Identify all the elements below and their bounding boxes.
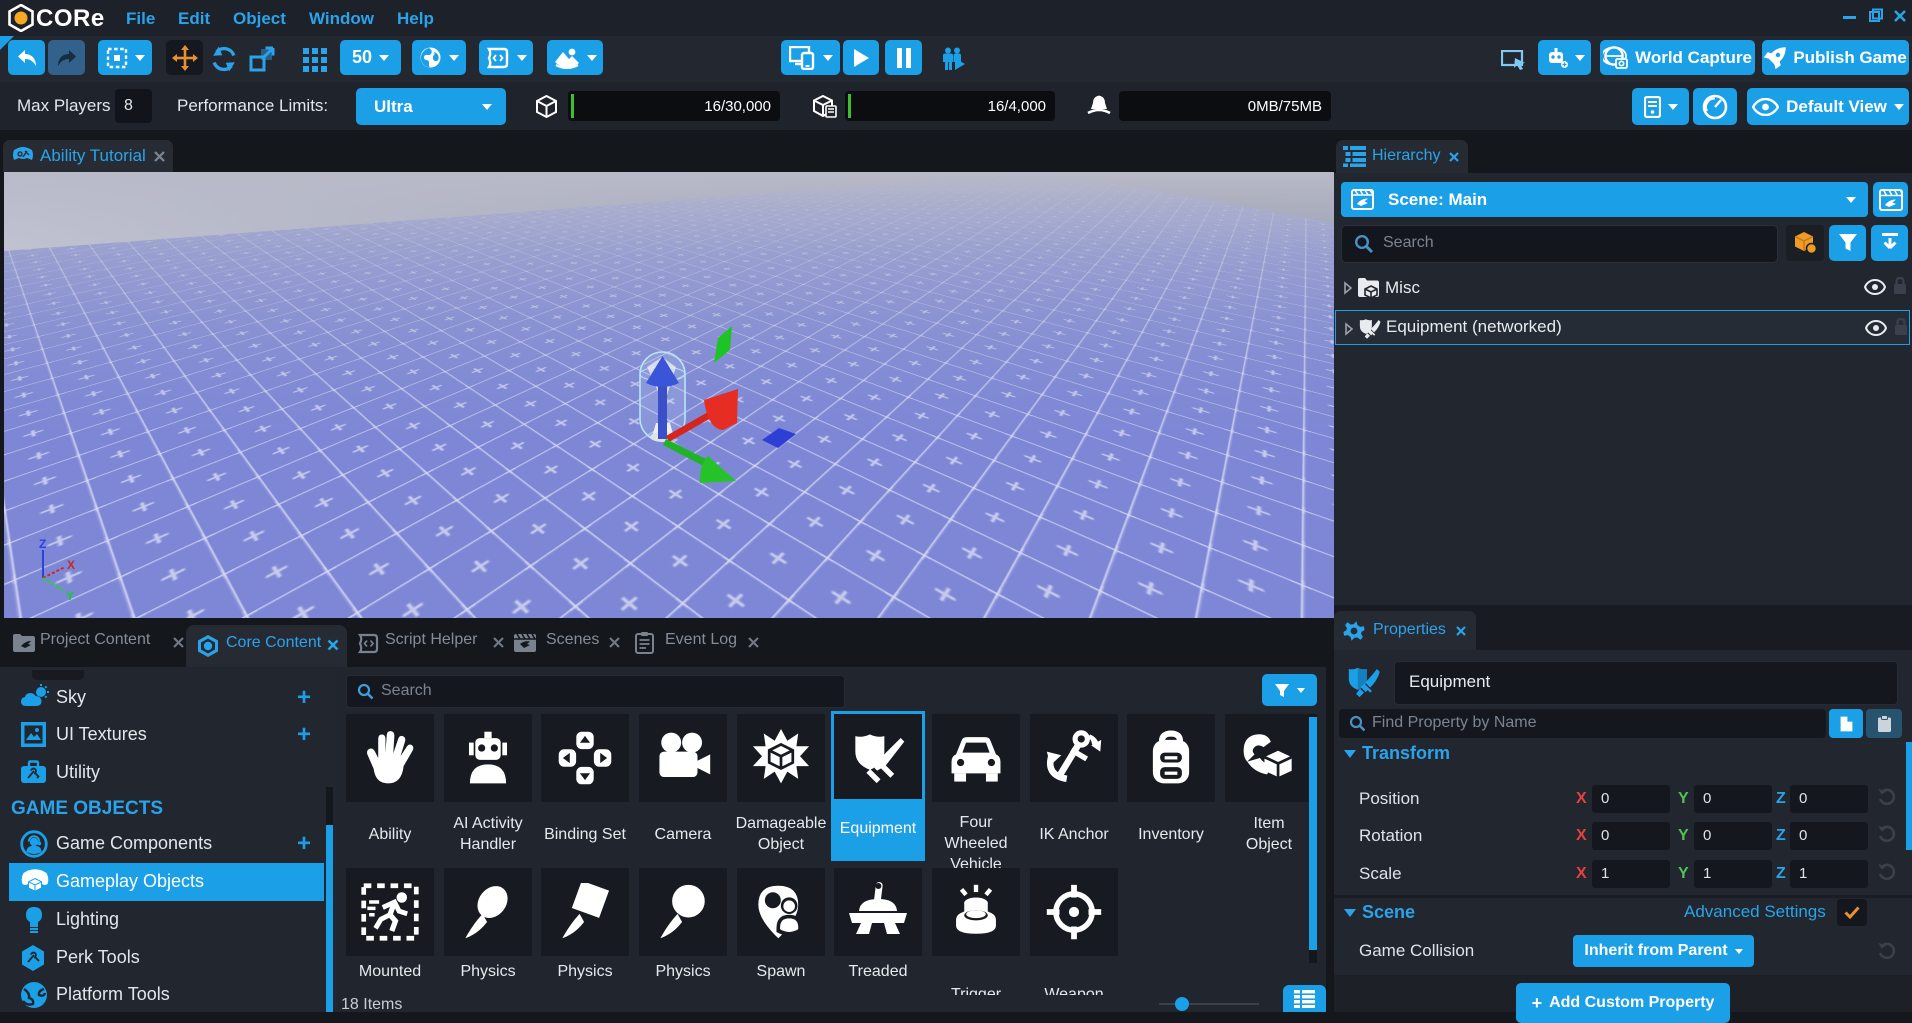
svg-text:Y: Y xyxy=(66,589,74,602)
svg-text:X: X xyxy=(67,558,75,572)
svg-text:Z: Z xyxy=(39,538,46,551)
